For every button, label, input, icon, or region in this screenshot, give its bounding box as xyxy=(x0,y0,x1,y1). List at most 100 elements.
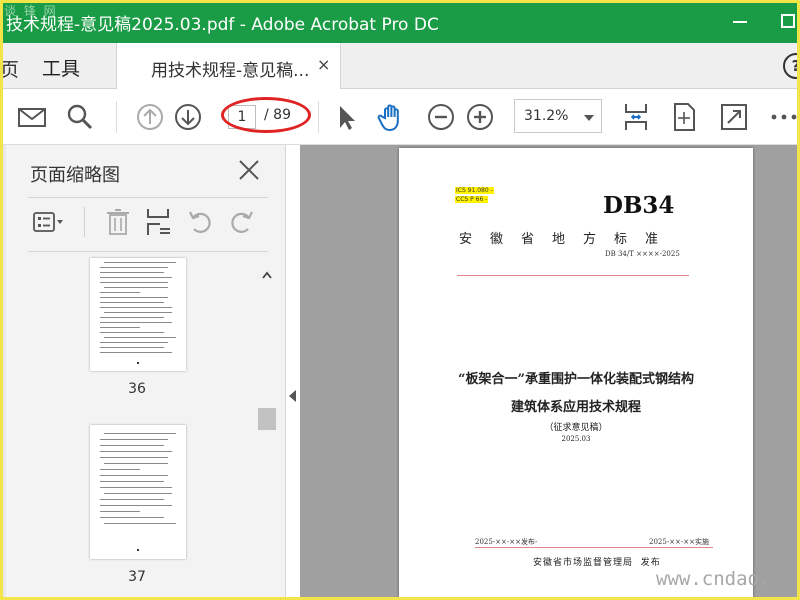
scroll-mode-icon[interactable] xyxy=(620,101,652,133)
thumbnail-text-line xyxy=(100,439,168,440)
standard-code: DB34 xyxy=(603,192,675,219)
thumbnail-text-line xyxy=(100,342,168,343)
tab-bar: 页 工具 用技术规程-意见稿... × ? xyxy=(0,43,800,89)
thumbnail-text-line xyxy=(104,287,168,288)
zoom-out-icon[interactable] xyxy=(425,101,457,133)
thumbnail-page-36[interactable] xyxy=(90,258,186,371)
thumbnail-text-line xyxy=(100,352,172,353)
standard-number: DB 34/T ××××-2025 xyxy=(605,250,680,258)
delete-icon[interactable] xyxy=(102,207,134,237)
scroll-up-icon[interactable] xyxy=(262,264,272,283)
thumbnail-text-line xyxy=(100,481,164,482)
panel-toolbar-divider xyxy=(84,207,85,237)
doc-title-line1: “板架合一”承重围护一体化装配式钢结构 xyxy=(458,372,694,387)
collapse-panel-icon[interactable] xyxy=(289,390,296,402)
thumbnail-text-line xyxy=(104,337,176,338)
thumbnail-text-line xyxy=(100,451,172,452)
thumbnail-text-line xyxy=(100,302,164,303)
thumbnail-text-line xyxy=(100,267,168,268)
thumbnail-text-line xyxy=(100,487,172,488)
zoom-select[interactable]: 31.2% xyxy=(514,99,602,133)
header-rule xyxy=(457,275,689,276)
thumbnail-text-line xyxy=(100,457,168,458)
mail-icon[interactable] xyxy=(16,101,48,133)
zoom-in-icon[interactable] xyxy=(464,101,496,133)
scrollbar-thumb[interactable] xyxy=(258,408,276,430)
thumbnail-text-line xyxy=(100,307,172,308)
thumbnail-text-line xyxy=(100,297,168,298)
thumbnail-text-line xyxy=(104,463,168,464)
thumbnail-text-line xyxy=(100,317,164,318)
thumbnail-text-line xyxy=(100,347,164,348)
thumbnail-text-line xyxy=(100,511,140,512)
thumbnail-text-line xyxy=(100,327,140,328)
hand-icon[interactable] xyxy=(376,101,408,133)
thumbnail-text-line xyxy=(100,517,164,518)
options-menu-icon[interactable] xyxy=(32,207,64,237)
fit-page-icon[interactable] xyxy=(668,101,700,133)
ccs-code: CCS P 66 - xyxy=(455,196,489,203)
issuing-authority: 安徽省市场监督管理局 发布 xyxy=(533,555,661,568)
rotate-left-icon[interactable] xyxy=(184,207,216,237)
zoom-value: 31.2% xyxy=(524,108,569,124)
thumbnail-text-line xyxy=(100,277,172,278)
title-bar: 谈 锋 网 技术规程-意见稿2025.03.pdf - Adobe Acroba… xyxy=(0,0,800,43)
panel-title: 页面缩略图 xyxy=(30,165,120,186)
issuer-suffix: 发布 xyxy=(640,558,661,568)
restore-button[interactable] xyxy=(781,14,795,28)
help-icon[interactable]: ? xyxy=(783,53,800,79)
site-watermark: www.cndao. xyxy=(656,568,771,590)
implement-date: 2025-××-××实施 xyxy=(649,538,710,546)
doc-title-line2: 建筑体系应用技术规程 xyxy=(510,400,641,415)
thumbnail-text-line xyxy=(100,505,172,506)
red-annotation-ellipse xyxy=(221,97,311,133)
thumbnail-label: 37 xyxy=(128,569,146,585)
standard-province: 安徽省地方标准 xyxy=(459,232,677,247)
thumbnail-text-line xyxy=(100,322,172,323)
chevron-down-icon xyxy=(584,115,594,121)
thumbnail-page-number-mark xyxy=(137,549,139,551)
page-down-icon[interactable] xyxy=(172,101,204,133)
thumbnail-text-line xyxy=(104,523,176,524)
panel-divider xyxy=(28,251,268,252)
draft-label: （征求意见稿） xyxy=(544,423,608,433)
thumbnail-page-37[interactable] xyxy=(90,425,186,559)
toolbar-divider xyxy=(116,101,117,133)
select-arrow-icon[interactable] xyxy=(330,101,362,133)
tab-document[interactable]: 用技术规程-意见稿... × xyxy=(116,43,341,89)
thumbnail-text-line xyxy=(100,292,140,293)
panel-divider xyxy=(28,197,268,198)
footer-rule xyxy=(475,547,713,548)
tab-document-label: 用技术规程-意见稿... xyxy=(151,61,310,81)
extract-pages-icon[interactable] xyxy=(142,207,174,237)
ics-code: ICS 91.080 - xyxy=(455,187,494,194)
close-tab-button[interactable]: × xyxy=(317,55,330,74)
search-icon[interactable] xyxy=(64,101,96,133)
thumbnail-text-line xyxy=(100,499,164,500)
thumbnail-text-line xyxy=(104,262,176,263)
doc-date: 2025.03 xyxy=(561,435,591,443)
tab-tools[interactable]: 工具 xyxy=(42,54,80,81)
thumbnail-text-line xyxy=(104,433,176,434)
close-icon[interactable] xyxy=(238,159,260,181)
thumbnail-text-line xyxy=(100,272,164,273)
publish-date: 2025-××-××发布- xyxy=(475,538,538,546)
document-page[interactable]: ICS 91.080 - CCS P 66 - DB34 安徽省地方标准 DB … xyxy=(399,148,753,600)
thumbnail-label: 36 xyxy=(128,381,146,397)
thumbnail-text-line xyxy=(100,332,164,333)
thumbnail-text-line xyxy=(100,469,140,470)
issuer-name: 安徽省市场监督管理局 xyxy=(533,558,634,568)
fullscreen-icon[interactable] xyxy=(718,101,750,133)
more-icon[interactable] xyxy=(768,101,800,133)
rotate-right-icon[interactable] xyxy=(226,207,258,237)
thumbnail-text-line xyxy=(104,493,172,494)
thumbnail-page-number-mark xyxy=(137,362,139,364)
panel-edge xyxy=(0,145,6,600)
thumbnail-text-line xyxy=(100,475,168,476)
minimize-button[interactable] xyxy=(733,21,747,23)
toolbar: 1 / 89 31.2% xyxy=(0,89,800,145)
page-up-icon[interactable] xyxy=(134,101,166,133)
thumbnails-scrollbar[interactable] xyxy=(258,258,276,600)
tab-home[interactable]: 页 xyxy=(0,55,19,82)
toolbar-divider xyxy=(318,101,319,133)
